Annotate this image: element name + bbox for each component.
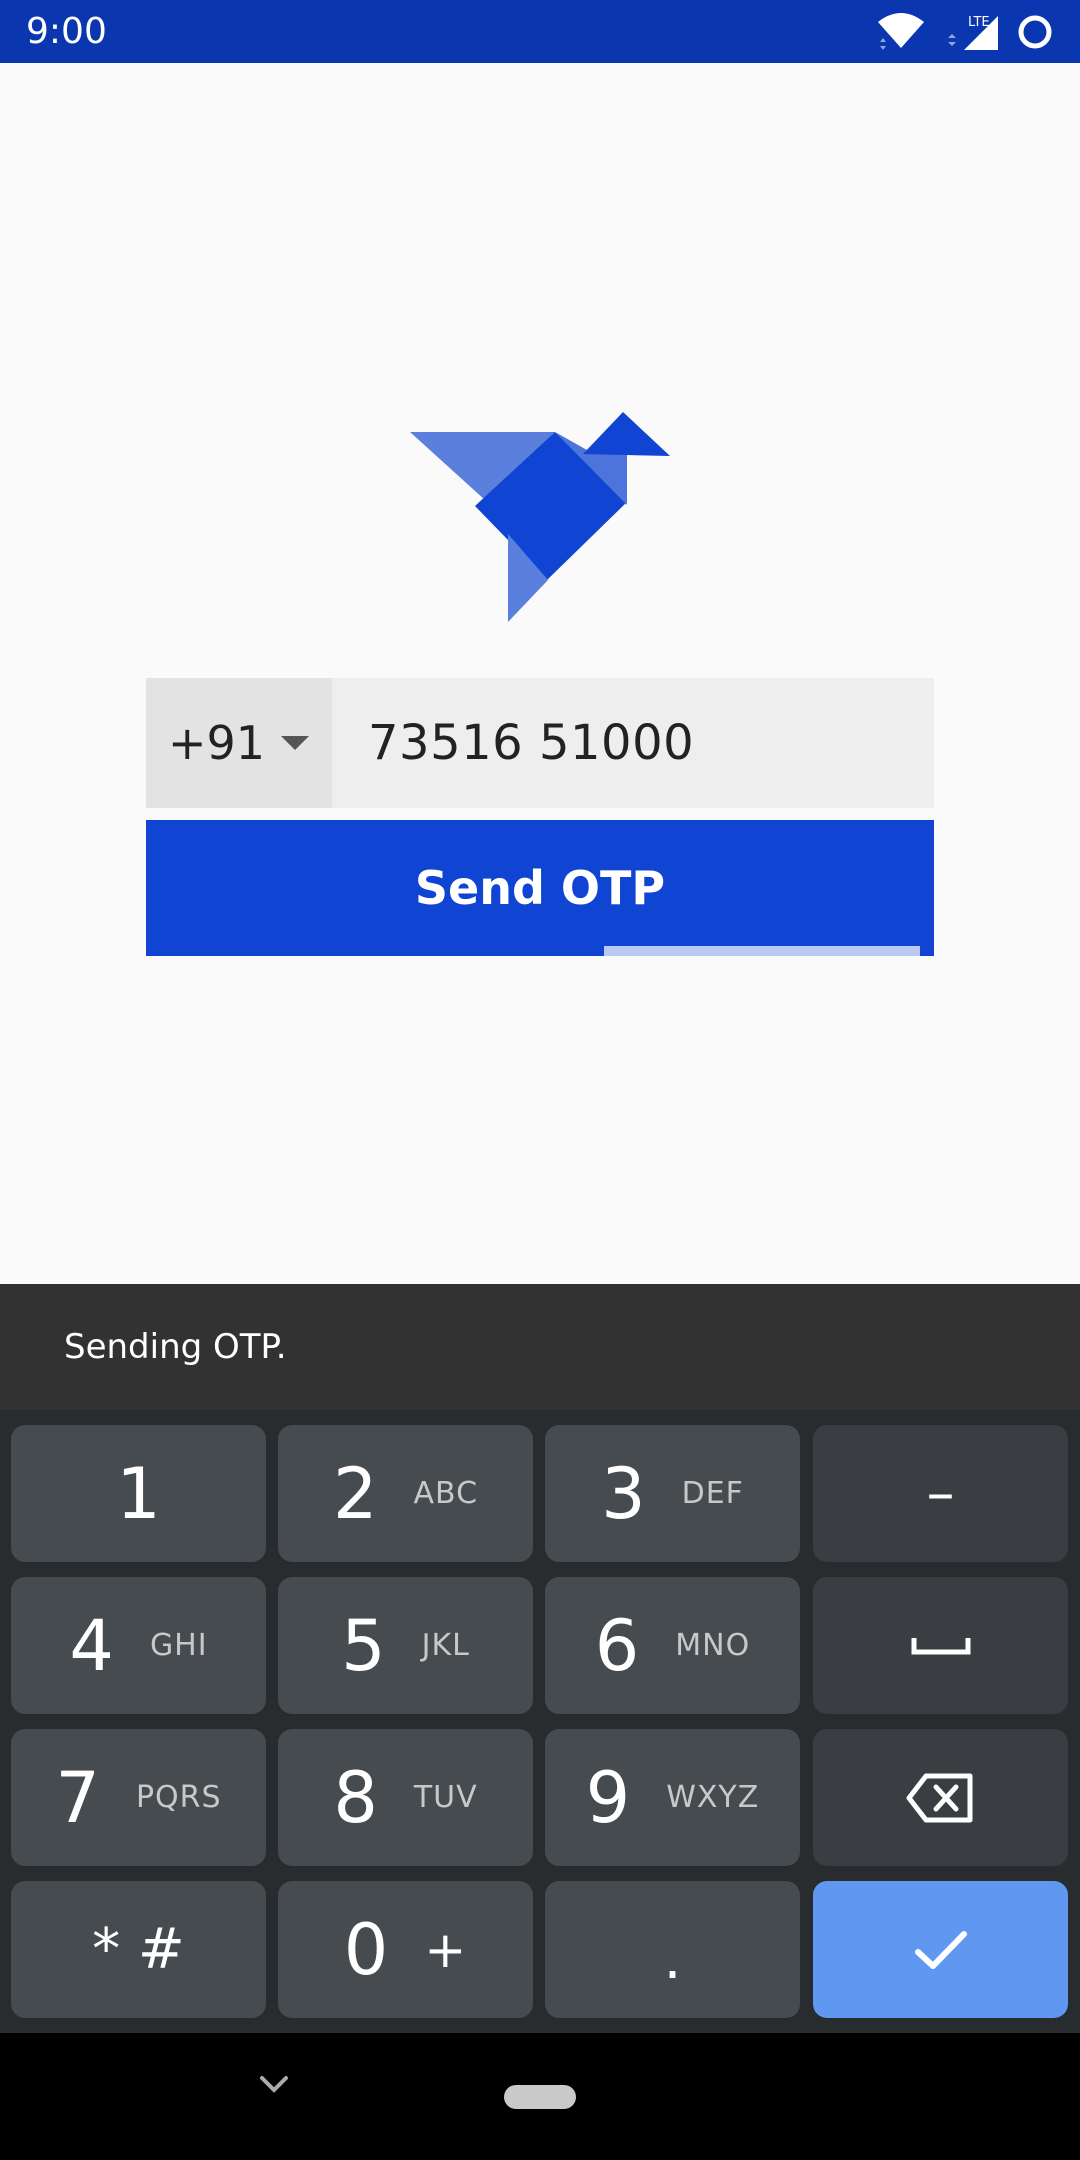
key-8[interactable]: 8 TUV bbox=[278, 1729, 533, 1866]
key-done[interactable] bbox=[813, 1881, 1068, 2018]
country-code-value: +91 bbox=[168, 716, 266, 770]
app-logo bbox=[410, 412, 670, 622]
status-icons: LTE bbox=[876, 12, 1054, 52]
snackbar: Sending OTP. bbox=[0, 1284, 1080, 1410]
signal-icon: LTE bbox=[948, 15, 998, 50]
key-3[interactable]: 3 DEF bbox=[545, 1425, 800, 1562]
phone-number-input[interactable]: 73516 51000 bbox=[332, 678, 934, 808]
key-backspace[interactable] bbox=[813, 1729, 1068, 1866]
navigation-bar bbox=[0, 2033, 1080, 2160]
key-4[interactable]: 4 GHI bbox=[11, 1577, 266, 1714]
check-icon bbox=[914, 1930, 967, 1969]
phone-input-row: +91 73516 51000 bbox=[146, 678, 934, 808]
circle-icon bbox=[1018, 15, 1052, 48]
wifi-icon bbox=[878, 12, 924, 50]
login-screen: 9:00 LTE +91 73516 51000 Send OTP Sendin… bbox=[0, 0, 1080, 2160]
network-type-label: LTE bbox=[968, 15, 990, 30]
key-dash[interactable]: – bbox=[813, 1425, 1068, 1562]
key-7[interactable]: 7 PQRS bbox=[11, 1729, 266, 1866]
key-0[interactable]: 0 + bbox=[278, 1881, 533, 2018]
snackbar-message: Sending OTP. bbox=[64, 1327, 287, 1367]
key-1[interactable]: 1 bbox=[11, 1425, 266, 1562]
key-5[interactable]: 5 JKL bbox=[278, 1577, 533, 1714]
numeric-keyboard: 1 2ABC 3DEF – 4GHI 5JKL 6MNO 7PQRS bbox=[0, 1410, 1080, 2033]
backspace-icon bbox=[906, 1773, 972, 1822]
key-2[interactable]: 2 ABC bbox=[278, 1425, 533, 1562]
key-space[interactable] bbox=[813, 1577, 1068, 1714]
chevron-down-icon[interactable] bbox=[258, 2073, 290, 2095]
status-bar: 9:00 LTE bbox=[0, 0, 1080, 63]
send-progress-bar bbox=[146, 946, 934, 956]
key-star-hash[interactable]: * # bbox=[11, 1881, 266, 2018]
status-time: 9:00 bbox=[26, 11, 107, 52]
key-dot[interactable]: . bbox=[545, 1881, 800, 2018]
key-6[interactable]: 6 MNO bbox=[545, 1577, 800, 1714]
dropdown-caret-icon bbox=[281, 736, 310, 750]
send-otp-button[interactable]: Send OTP bbox=[146, 820, 934, 956]
send-progress-fill bbox=[604, 946, 920, 956]
home-pill-button[interactable] bbox=[504, 2085, 576, 2109]
space-icon bbox=[911, 1637, 970, 1654]
key-9[interactable]: 9 WXYZ bbox=[545, 1729, 800, 1866]
country-code-dropdown[interactable]: +91 bbox=[146, 678, 332, 808]
